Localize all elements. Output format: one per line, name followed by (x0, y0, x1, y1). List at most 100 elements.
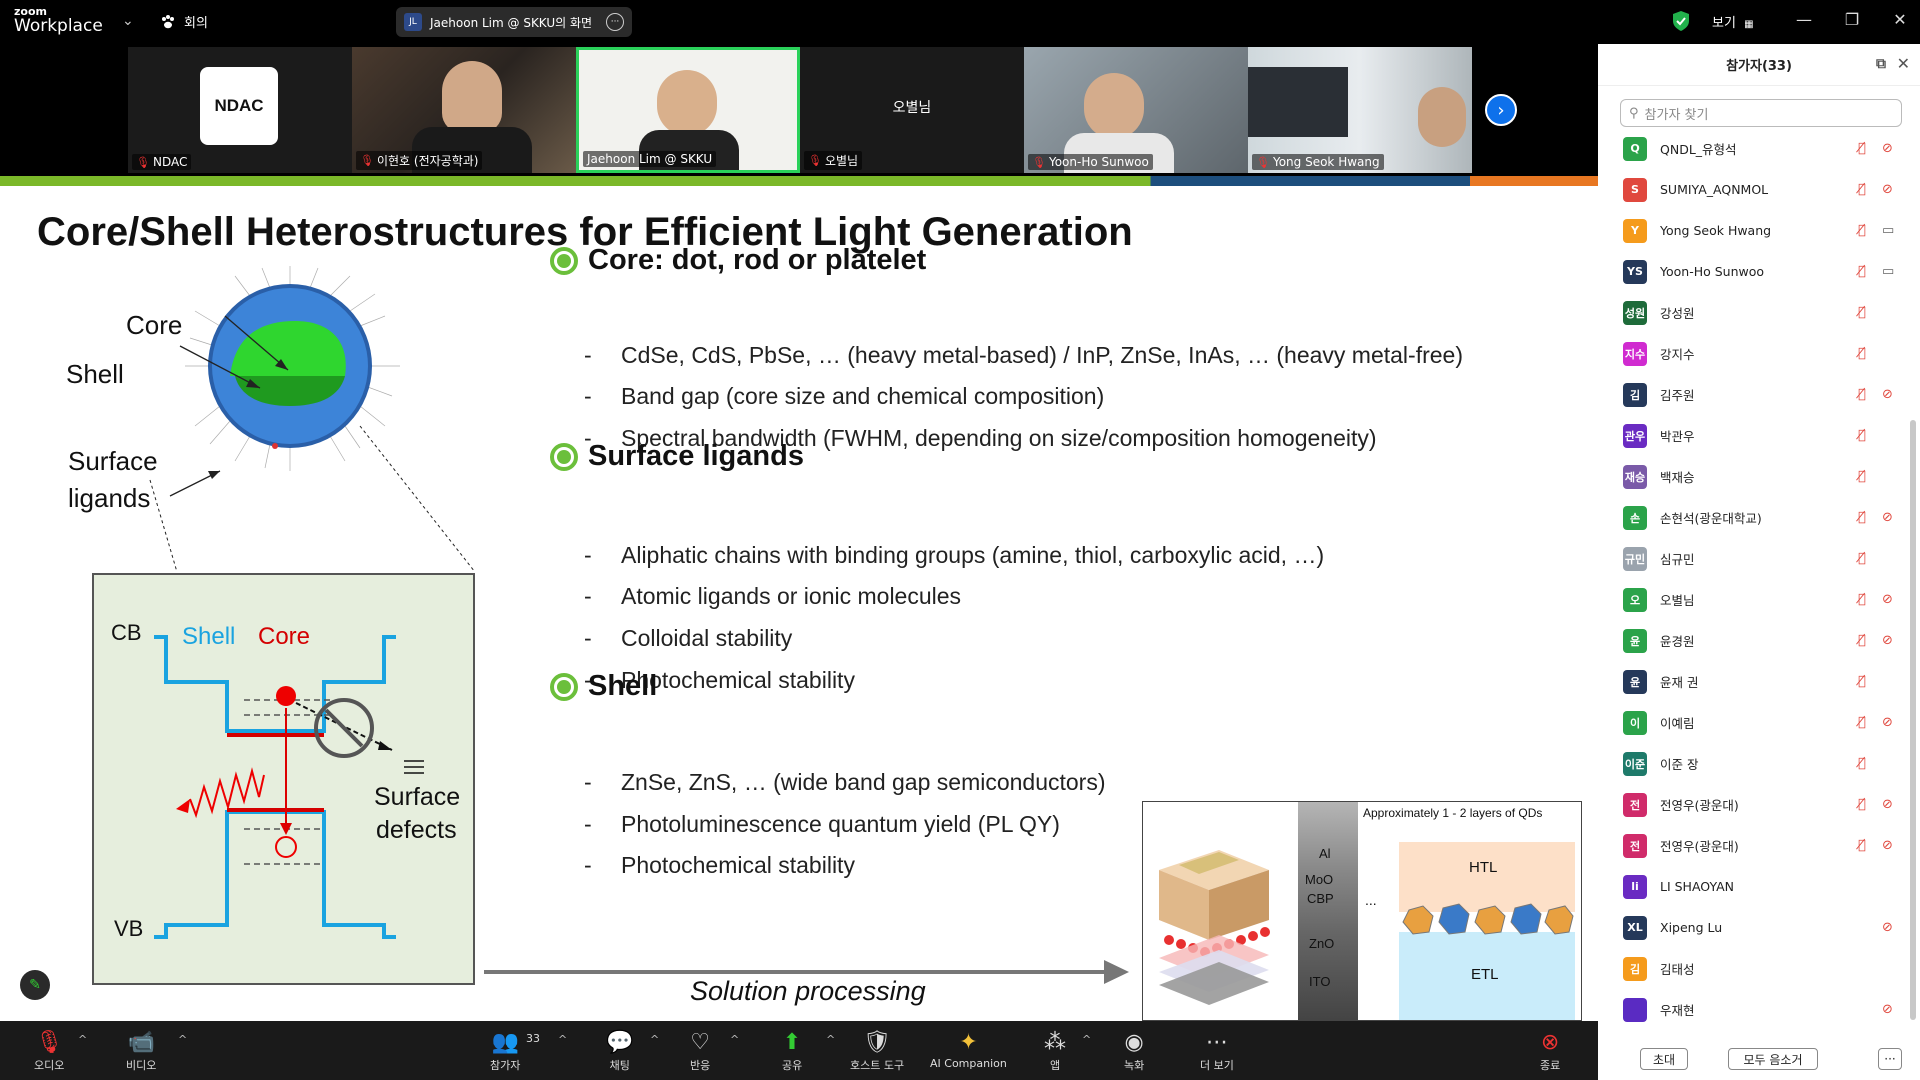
participant-row[interactable]: 이 이예림 🎙̸ ⊘ (1598, 702, 1906, 743)
participant-name: 윤경원 (1660, 634, 1695, 649)
participant-row[interactable]: Q QNDL_유형석 🎙̸ ⊘ (1598, 128, 1906, 169)
shield-check-icon[interactable] (1672, 10, 1690, 32)
react-options-caret[interactable]: ^ (730, 1033, 739, 1046)
band-diagram-panel: CB Shell Core Surface defects VB (92, 573, 475, 985)
mic-off-icon[interactable]: 🎙̸ (1858, 346, 1866, 361)
chat-button[interactable]: 💬 채팅 (606, 1029, 633, 1073)
participant-row[interactable]: 윤 윤경원 🎙̸ ⊘ (1598, 620, 1906, 661)
video-tile[interactable]: NDAC 🎙 NDAC (128, 47, 352, 173)
mic-off-icon[interactable]: 🎙̸ (1858, 797, 1866, 812)
mic-off-icon[interactable]: 🎙̸ (1858, 592, 1866, 607)
participant-row[interactable]: 김 김태성 (1598, 948, 1906, 989)
mic-off-icon[interactable]: 🎙̸ (1858, 633, 1866, 648)
panel-more-button[interactable]: ··· (1878, 1048, 1902, 1070)
meeting-menu-button[interactable]: 회의 (160, 12, 208, 31)
participant-row[interactable]: 윤 윤재 권 🎙̸ (1598, 661, 1906, 702)
participant-row[interactable]: 재승 백재승 🎙̸ (1598, 456, 1906, 497)
participant-list: Q QNDL_유형석 🎙̸ ⊘ S SUMIYA_AQNMOL 🎙̸ ⊘ Y Yong Seok … (1598, 128, 1906, 1058)
participant-row[interactable]: 규민 심규민 🎙̸ (1598, 538, 1906, 579)
video-on-icon[interactable]: ▭ (1882, 223, 1894, 238)
mic-off-icon[interactable]: 🎙̸ (1858, 428, 1866, 443)
mic-off-icon[interactable]: 🎙̸ (1858, 510, 1866, 525)
restore-icon[interactable]: ❐ (1840, 10, 1864, 29)
mic-off-icon[interactable]: 🎙̸ (1858, 387, 1866, 402)
video-tile-active-speaker[interactable]: Jaehoon Lim @ SKKU (576, 47, 800, 173)
participant-row[interactable]: 전 전영우(광운대) 🎙̸ ⊘ (1598, 784, 1906, 825)
participant-row[interactable]: 전 전영우(광운대) 🎙̸ ⊘ (1598, 825, 1906, 866)
video-button[interactable]: 📹 비디오 (126, 1029, 156, 1073)
host-tools-button[interactable]: 🛡 호스트 도구 (850, 1029, 904, 1073)
participant-row[interactable]: S SUMIYA_AQNMOL 🎙̸ ⊘ (1598, 169, 1906, 210)
mute-all-button[interactable]: 모두 음소거 (1728, 1048, 1818, 1070)
participant-search-input[interactable]: ⚲ 참가자 찾기 (1620, 99, 1902, 127)
ai-companion-button[interactable]: ✦ AI Companion (930, 1029, 1007, 1070)
video-tile[interactable]: 🎙 Yoon-Ho Sunwoo (1024, 47, 1248, 173)
video-off-icon[interactable]: ⊘ (1882, 141, 1893, 156)
mic-off-icon[interactable]: 🎙̸ (1858, 674, 1866, 689)
audio-options-caret[interactable]: ^ (78, 1033, 87, 1046)
participant-list-scrollbar[interactable] (1910, 420, 1916, 1020)
participant-row[interactable]: 우재현 ⊘ (1598, 989, 1906, 1030)
video-off-icon[interactable]: ⊘ (1882, 387, 1893, 402)
mic-off-icon[interactable]: 🎙̸ (1858, 223, 1866, 238)
apps-options-caret[interactable]: ^ (1082, 1033, 1091, 1046)
video-off-icon[interactable]: ⊘ (1882, 838, 1893, 853)
video-on-icon[interactable]: ▭ (1882, 264, 1894, 279)
participant-row[interactable]: 성원 강성원 🎙̸ (1598, 292, 1906, 333)
participant-row[interactable]: YS Yoon-Ho Sunwoo 🎙̸ ▭ (1598, 251, 1906, 292)
mic-off-icon[interactable]: 🎙̸ (1858, 715, 1866, 730)
video-off-icon[interactable]: ⊘ (1882, 633, 1893, 648)
chevron-down-icon[interactable]: ⌄ (122, 13, 134, 29)
mic-off-icon[interactable]: 🎙̸ (1858, 551, 1866, 566)
mic-off-icon[interactable]: 🎙̸ (1858, 469, 1866, 484)
participant-row[interactable]: 이준 이준 장 🎙̸ (1598, 743, 1906, 784)
react-button[interactable]: ♡ 반응 (690, 1029, 710, 1073)
mic-off-icon[interactable]: 🎙̸ (1858, 305, 1866, 320)
audio-button[interactable]: 🎙 오디오 (34, 1029, 64, 1073)
participant-row[interactable]: 김 김주원 🎙̸ ⊘ (1598, 374, 1906, 415)
share-options-caret[interactable]: ^ (826, 1033, 835, 1046)
participants-options-caret[interactable]: ^ (558, 1033, 567, 1046)
video-tile[interactable]: 🎙 이현호 (전자공학과) (352, 47, 576, 173)
view-button[interactable]: 보기 ▦ (1712, 12, 1754, 31)
close-panel-icon[interactable]: ✕ (1897, 54, 1910, 73)
annotation-pen-button[interactable]: ✎ (20, 970, 50, 1000)
zoom-workplace-logo[interactable]: zoom Workplace (14, 6, 103, 35)
mic-off-icon[interactable]: 🎙̸ (1858, 182, 1866, 197)
video-tile[interactable]: 🎙 Yong Seok Hwang (1248, 47, 1472, 173)
close-icon[interactable]: ✕ (1888, 10, 1912, 29)
video-off-icon[interactable]: ⊘ (1882, 1002, 1893, 1017)
video-off-icon[interactable]: ⊘ (1882, 715, 1893, 730)
end-meeting-button[interactable]: ⊗ 종료 (1540, 1029, 1560, 1073)
mic-off-icon[interactable]: 🎙̸ (1858, 264, 1866, 279)
video-off-icon[interactable]: ⊘ (1882, 797, 1893, 812)
video-tile[interactable]: 오별님 🎙 오별님 (800, 47, 1024, 173)
participant-row[interactable]: 오 오별님 🎙̸ ⊘ (1598, 579, 1906, 620)
video-off-icon[interactable]: ⊘ (1882, 592, 1893, 607)
video-off-icon[interactable]: ⊘ (1882, 920, 1893, 935)
more-icon[interactable]: ··· (606, 13, 624, 31)
minimize-icon[interactable]: — (1792, 10, 1816, 29)
gallery-next-button[interactable]: › (1485, 94, 1517, 126)
participant-row[interactable]: li LI SHAOYAN (1598, 866, 1906, 907)
apps-button[interactable]: ⁂ 앱 (1044, 1029, 1066, 1073)
participant-row[interactable]: Y Yong Seok Hwang 🎙̸ ▭ (1598, 210, 1906, 251)
screen-share-indicator[interactable]: JL Jaehoon Lim @ SKKU의 화면 ··· (396, 7, 632, 37)
record-button[interactable]: ◉ 녹화 (1124, 1029, 1144, 1073)
popout-icon[interactable]: ⧉ (1876, 56, 1886, 72)
participants-button[interactable]: 👥 참가자 (490, 1029, 520, 1073)
participant-row[interactable]: 손 손현석(광운대학교) 🎙̸ ⊘ (1598, 497, 1906, 538)
video-off-icon[interactable]: ⊘ (1882, 182, 1893, 197)
mic-off-icon[interactable]: 🎙̸ (1858, 756, 1866, 771)
mic-off-icon[interactable]: 🎙̸ (1858, 141, 1866, 156)
video-options-caret[interactable]: ^ (178, 1033, 187, 1046)
chat-options-caret[interactable]: ^ (650, 1033, 659, 1046)
share-button[interactable]: ⬆ 공유 (782, 1029, 802, 1073)
participant-row[interactable]: 관우 박관우 🎙̸ (1598, 415, 1906, 456)
more-button[interactable]: ⋯ 더 보기 (1200, 1029, 1234, 1073)
participant-row[interactable]: 지수 강지수 🎙̸ (1598, 333, 1906, 374)
video-off-icon[interactable]: ⊘ (1882, 510, 1893, 525)
invite-button[interactable]: 초대 (1640, 1048, 1688, 1070)
mic-off-icon[interactable]: 🎙̸ (1858, 838, 1866, 853)
participant-row[interactable]: XL Xipeng Lu ⊘ (1598, 907, 1906, 948)
